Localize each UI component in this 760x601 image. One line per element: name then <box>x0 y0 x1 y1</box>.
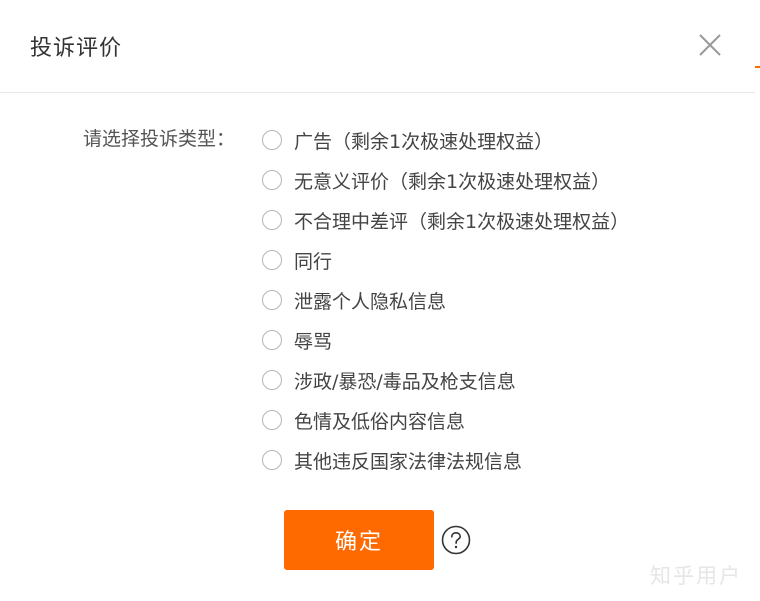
option-label: 不合理中差评（剩余1次极速处理权益） <box>294 210 630 233</box>
option-label: 同行 <box>294 250 333 273</box>
help-button[interactable] <box>441 525 471 555</box>
complaint-option-illegal[interactable]: 其他违反国家法律法规信息 <box>262 440 629 480</box>
radio-button[interactable] <box>262 290 282 310</box>
watermark: 知乎用户 <box>650 564 742 588</box>
complaint-option-competitor[interactable]: 同行 <box>262 240 629 280</box>
radio-button[interactable] <box>262 250 282 270</box>
option-label: 辱骂 <box>294 330 333 353</box>
option-label: 泄露个人隐私信息 <box>294 290 447 313</box>
complaint-option-abuse[interactable]: 辱骂 <box>262 320 629 360</box>
option-label: 广告（剩余1次极速处理权益） <box>294 130 554 153</box>
option-label: 无意义评价（剩余1次极速处理权益） <box>294 170 611 193</box>
dialog-title: 投诉评价 <box>30 36 123 61</box>
close-button[interactable] <box>697 32 723 58</box>
complaint-dialog: 投诉评价 请选择投诉类型： 广告（剩余1次极速处理权益） 无意义评价（剩余1次极… <box>0 0 755 601</box>
close-icon <box>699 34 721 56</box>
radio-button[interactable] <box>262 450 282 470</box>
page: 投诉评价 请选择投诉类型： 广告（剩余1次极速处理权益） 无意义评价（剩余1次极… <box>0 0 760 601</box>
complaint-option-ad[interactable]: 广告（剩余1次极速处理权益） <box>262 120 629 160</box>
radio-button[interactable] <box>262 210 282 230</box>
option-label: 其他违反国家法律法规信息 <box>294 450 523 473</box>
complaint-type-label: 请选择投诉类型： <box>83 128 236 150</box>
complaint-option-unreasonable[interactable]: 不合理中差评（剩余1次极速处理权益） <box>262 200 629 240</box>
complaint-option-political[interactable]: 涉政/暴恐/毒品及枪支信息 <box>262 360 629 400</box>
radio-button[interactable] <box>262 330 282 350</box>
option-label: 涉政/暴恐/毒品及枪支信息 <box>294 370 516 393</box>
confirm-button[interactable]: 确定 <box>284 510 434 570</box>
complaint-option-meaningless[interactable]: 无意义评价（剩余1次极速处理权益） <box>262 160 629 200</box>
radio-button[interactable] <box>262 170 282 190</box>
option-label: 色情及低俗内容信息 <box>294 410 466 433</box>
radio-button[interactable] <box>262 370 282 390</box>
radio-button[interactable] <box>262 130 282 150</box>
dialog-header: 投诉评价 <box>0 0 755 93</box>
complaint-option-privacy[interactable]: 泄露个人隐私信息 <box>262 280 629 320</box>
question-circle-icon <box>441 525 471 555</box>
radio-button[interactable] <box>262 410 282 430</box>
complaint-option-vulgar[interactable]: 色情及低俗内容信息 <box>262 400 629 440</box>
complaint-type-options: 广告（剩余1次极速处理权益） 无意义评价（剩余1次极速处理权益） 不合理中差评（… <box>262 120 629 480</box>
